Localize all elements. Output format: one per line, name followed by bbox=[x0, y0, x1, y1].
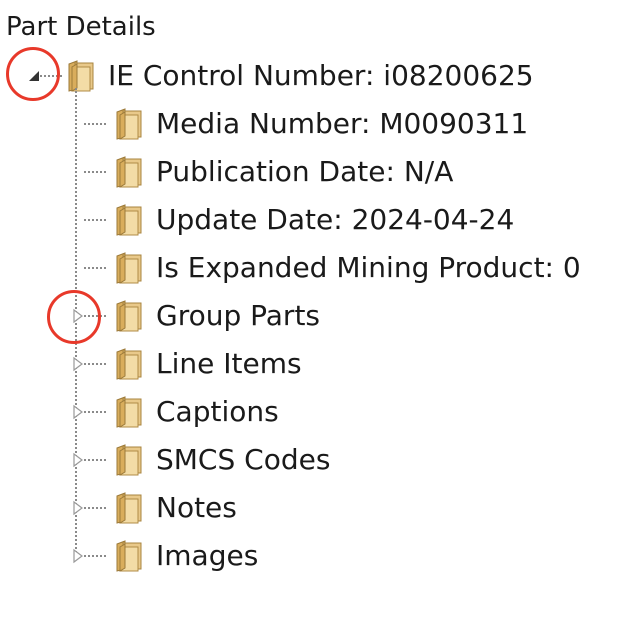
tree-item-notes[interactable]: Notes bbox=[0, 484, 620, 532]
tree-connector bbox=[84, 219, 106, 221]
tree-item-images[interactable]: Images bbox=[0, 532, 620, 580]
tree-connector bbox=[84, 363, 106, 365]
tree-item-label: SMCS Codes bbox=[156, 443, 331, 476]
tree-connector bbox=[84, 459, 106, 461]
tree-item-label: Captions bbox=[156, 395, 279, 428]
tree-connector bbox=[84, 171, 106, 173]
tree-item-update-date[interactable]: Update Date: 2024-04-24 bbox=[0, 196, 620, 244]
tree-connector bbox=[84, 267, 106, 269]
tree-item-group-parts[interactable]: Group Parts bbox=[0, 292, 620, 340]
folder-icon bbox=[112, 490, 144, 524]
tree-connector bbox=[84, 555, 106, 557]
panel-title: Part Details bbox=[6, 12, 156, 42]
folder-icon bbox=[112, 202, 144, 236]
folder-icon bbox=[112, 346, 144, 380]
tree-item-label: Line Items bbox=[156, 347, 302, 380]
folder-icon bbox=[112, 394, 144, 428]
tree-connector bbox=[84, 411, 106, 413]
tree-item-label: Is Expanded Mining Product: 0 bbox=[156, 251, 581, 284]
tree-item-line-items[interactable]: Line Items bbox=[0, 340, 620, 388]
tree-item-captions[interactable]: Captions bbox=[0, 388, 620, 436]
folder-icon bbox=[112, 106, 144, 140]
tree-root-label: IE Control Number: i08200625 bbox=[108, 59, 534, 92]
folder-icon bbox=[112, 298, 144, 332]
tree-connector bbox=[84, 315, 106, 317]
tree-item-label: Group Parts bbox=[156, 299, 321, 332]
tree-connector bbox=[84, 507, 106, 509]
folder-icon bbox=[112, 442, 144, 476]
tree-connector bbox=[40, 75, 62, 77]
tree-item-smcs-codes[interactable]: SMCS Codes bbox=[0, 436, 620, 484]
tree-item-label: Update Date: 2024-04-24 bbox=[156, 203, 515, 236]
tree-item-label: Images bbox=[156, 539, 259, 572]
folder-icon bbox=[112, 538, 144, 572]
folder-icon bbox=[64, 58, 96, 92]
tree-item-media-number[interactable]: Media Number: M0090311 bbox=[0, 100, 620, 148]
tree-item-is-expanded-mining-product[interactable]: Is Expanded Mining Product: 0 bbox=[0, 244, 620, 292]
tree-item-publication-date[interactable]: Publication Date: N/A bbox=[0, 148, 620, 196]
tree-connector bbox=[84, 123, 106, 125]
folder-icon bbox=[112, 154, 144, 188]
tree-item-label: Publication Date: N/A bbox=[156, 155, 454, 188]
tree-item-label: Media Number: M0090311 bbox=[156, 107, 529, 140]
tree-root-row[interactable]: IE Control Number: i08200625 bbox=[0, 52, 620, 100]
folder-icon bbox=[112, 250, 144, 284]
tree-item-label: Notes bbox=[156, 491, 237, 524]
